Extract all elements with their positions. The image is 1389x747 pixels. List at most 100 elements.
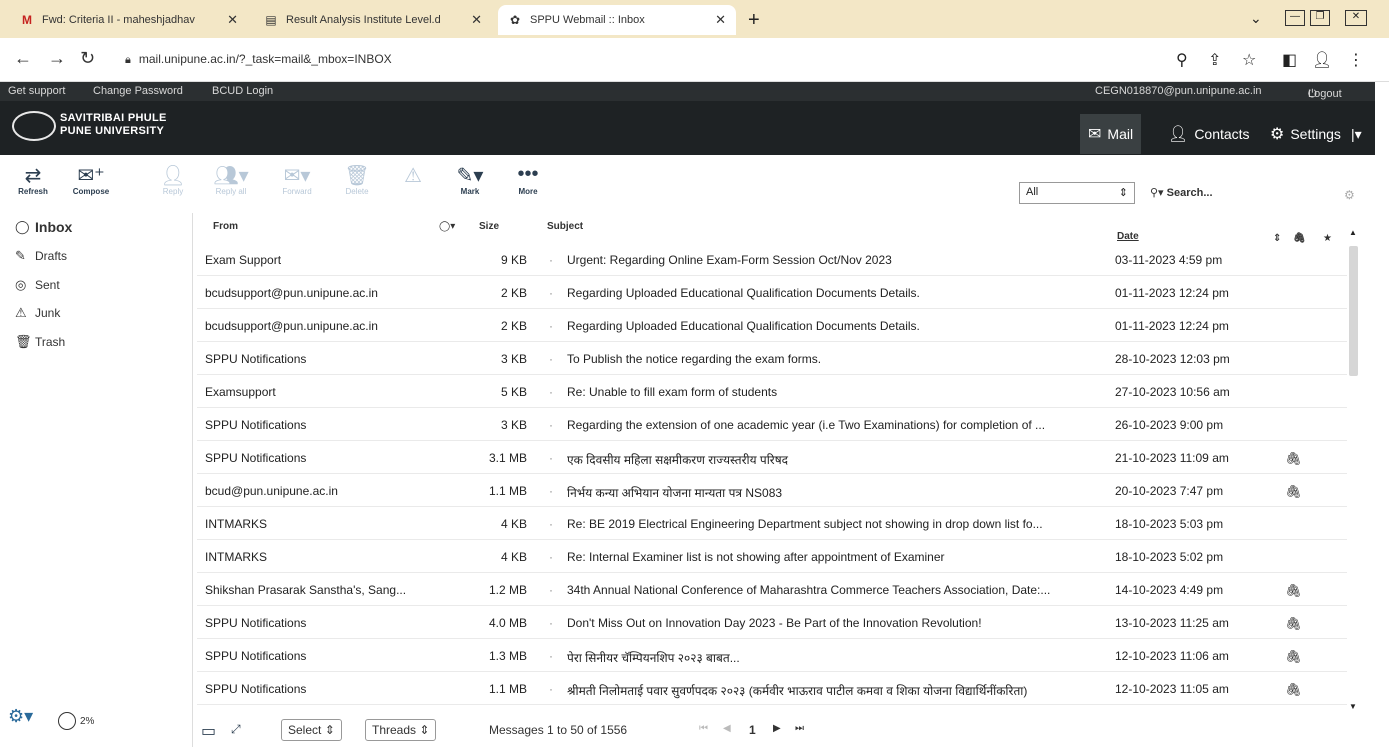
table-row[interactable]: SPPU Notifications 1.1 MB श्रीमती निलोमताई… [197,672,1347,705]
folder-trash[interactable]: 🗑︎ Trash [15,334,65,350]
bookmark-star-icon[interactable]: ☆ [1242,50,1256,70]
status-dot-icon[interactable]: · [549,550,553,564]
back-icon[interactable]: ← [14,48,32,69]
junk-button[interactable]: ⚠︎ [388,163,438,187]
status-dot-icon[interactable]: · [549,352,553,366]
inbox-icon: ◯ [15,219,30,234]
status-dot-icon[interactable]: · [549,385,553,399]
folder-junk[interactable]: ⚠︎ Junk [15,305,60,321]
message-count: Messages 1 to 50 of 1556 [489,723,628,737]
close-tab-icon[interactable]: ✕ [227,12,238,28]
table-row[interactable]: Shikshan Prasarak Sanstha's, Sang... 1.2 … [197,573,1347,606]
status-dot-icon[interactable]: · [549,253,553,267]
new-tab-icon[interactable]: + [748,9,760,32]
url-field[interactable]: 🔒︎ mail.unipune.ac.in/?_task=mail&_mbox=I… [125,52,392,67]
select-menu[interactable]: Select ⇕ [281,719,342,741]
forward-button[interactable]: ✉▾ Forward [272,163,322,196]
status-dot-icon[interactable]: · [549,451,553,465]
nav-contacts[interactable]: 👤︎ Contacts [1160,114,1258,154]
column-from[interactable]: From [213,221,238,243]
mark-button[interactable]: ✎▾ Mark [445,163,495,196]
nav-mail[interactable]: ✉ Mail [1080,114,1142,154]
page-number[interactable]: 1 [749,723,756,737]
table-row[interactable]: INTMARKS 4 KB Re: Internal Examiner list i… [197,540,1347,573]
refresh-button[interactable]: ⇄ Refresh [8,163,58,196]
get-support-link[interactable]: Get support [8,85,65,97]
nav-settings[interactable]: ⚙ Settings |▾ [1262,114,1370,154]
scrollbar-thumb[interactable] [1349,246,1358,376]
message-from: SPPU Notifications [205,616,307,630]
status-dot-icon[interactable]: · [549,616,553,630]
status-dot-icon[interactable]: · [549,682,553,696]
restore-icon[interactable]: ❐ [1310,10,1330,26]
table-row[interactable]: Examsupport 5 KB Re: Unable to fill exam f… [197,375,1347,408]
expand-threads-icon[interactable]: ⤢ [231,722,241,737]
status-dot-icon[interactable]: · [549,286,553,300]
close-window-icon[interactable]: ✕ [1345,10,1367,26]
folder-actions-gear-icon[interactable]: ⚙▾ [8,706,33,727]
folder-inbox[interactable]: ◯ Inbox [15,219,72,235]
table-row[interactable]: INTMARKS 4 KB Re: BE 2019 Electrical Engin… [197,507,1347,540]
status-dot-icon[interactable]: · [549,418,553,432]
sidepanel-icon[interactable]: ◧ [1282,50,1297,70]
scroll-up-icon[interactable]: ▲ [1349,228,1357,237]
list-scrollbar[interactable]: ▲ ▼ [1346,228,1360,718]
share-icon[interactable]: ⇪ [1208,50,1221,70]
reply-all-button[interactable]: 👥︎▾ Reply all [206,163,256,196]
minimize-icon[interactable]: — [1285,10,1305,26]
filter-select[interactable]: All ⇕ [1019,182,1135,204]
refresh-icon: ⇄ [24,165,42,187]
more-button[interactable]: ••• More [503,163,553,196]
table-row[interactable]: bcudsupport@pun.unipune.ac.in 2 KB Regardi… [197,276,1347,309]
forward-icon[interactable]: → [48,48,66,69]
status-dot-icon[interactable]: · [549,649,553,663]
attachment-icon: 🖇︎ [1285,649,1302,664]
reload-icon[interactable]: ↻ [80,48,95,69]
layout-toggle-icon[interactable]: ▭ [201,721,216,741]
folder-sidebar: ◯ Inbox ✎ Drafts ◎ Sent ⚠︎ Junk 🗑︎ Trash [0,213,193,747]
browser-tab-webmail[interactable]: ✿ SPPU Webmail :: Inbox ✕ [498,5,736,35]
status-dot-icon[interactable]: · [549,484,553,498]
table-row[interactable]: SPPU Notifications 4.0 MB Don't Miss Out o… [197,606,1347,639]
status-dot-icon[interactable]: · [549,517,553,531]
folder-drafts[interactable]: ✎ Drafts [15,248,67,264]
table-row[interactable]: bcudsupport@pun.unipune.ac.in 2 KB Regardi… [197,309,1347,342]
message-list: From ◯▾ Size Subject Date ⇕ 🖇︎ ★ Exam Su… [197,213,1347,713]
threads-menu[interactable]: Threads ⇕ [365,719,437,741]
tab-search-icon[interactable]: ⌄ [1250,10,1262,27]
table-row[interactable]: SPPU Notifications 3.1 MB एक दिवसीय महिला … [197,441,1347,474]
prev-page-icon[interactable]: ◀ [723,723,731,734]
menu-kebab-icon[interactable]: ⋮ [1348,50,1364,70]
gmail-icon: M [22,13,32,27]
folder-sent[interactable]: ◎ Sent [15,277,60,293]
column-subject[interactable]: Subject [547,221,583,243]
thread-options-icon[interactable]: ◯▾ [439,221,455,243]
table-row[interactable]: Exam Support 9 KB Urgent: Regarding Online… [197,243,1347,276]
reply-button[interactable]: 👤︎ Reply [148,163,198,196]
table-row[interactable]: SPPU Notifications 1.3 MB पेरा सिनीयर चॅम्… [197,639,1347,672]
change-password-link[interactable]: Change Password [93,85,183,97]
delete-button[interactable]: 🗑︎ Delete [332,163,382,196]
browser-tab-gmail[interactable]: M Fwd: Criteria II - maheshjadhav ✕ [10,5,248,35]
next-page-icon[interactable]: ▶ [773,723,781,734]
column-size[interactable]: Size [479,221,499,243]
profile-icon[interactable]: 👤︎ [1312,50,1332,70]
close-tab-icon[interactable]: ✕ [715,12,726,28]
compose-button[interactable]: ✉⁺ Compose [66,163,116,196]
bcud-login-link[interactable]: BCUD Login [212,85,273,97]
zoom-icon[interactable]: ⚲ [1176,50,1188,70]
message-from: INTMARKS [205,550,268,564]
table-row[interactable]: SPPU Notifications 3 KB To Publish the not… [197,342,1347,375]
message-date: 27-10-2023 10:56 am [1115,385,1230,399]
first-page-icon[interactable]: ⏮ [699,723,708,734]
search-box[interactable]: ⚲▾ Search... [1150,186,1213,199]
close-tab-icon[interactable]: ✕ [471,12,482,28]
scroll-down-icon[interactable]: ▼ [1349,702,1357,711]
browser-tab-docs[interactable]: ▤ Result Analysis Institute Level.d ✕ [254,5,492,35]
table-row[interactable]: bcud@pun.unipune.ac.in 1.1 MB निर्भय कन्या… [197,474,1347,507]
status-dot-icon[interactable]: · [549,583,553,597]
search-options-icon[interactable]: ⚙ [1344,188,1355,202]
status-dot-icon[interactable]: · [549,319,553,333]
table-row[interactable]: SPPU Notifications 3 KB Regarding the exte… [197,408,1347,441]
last-page-icon[interactable]: ⏭ [795,723,804,734]
